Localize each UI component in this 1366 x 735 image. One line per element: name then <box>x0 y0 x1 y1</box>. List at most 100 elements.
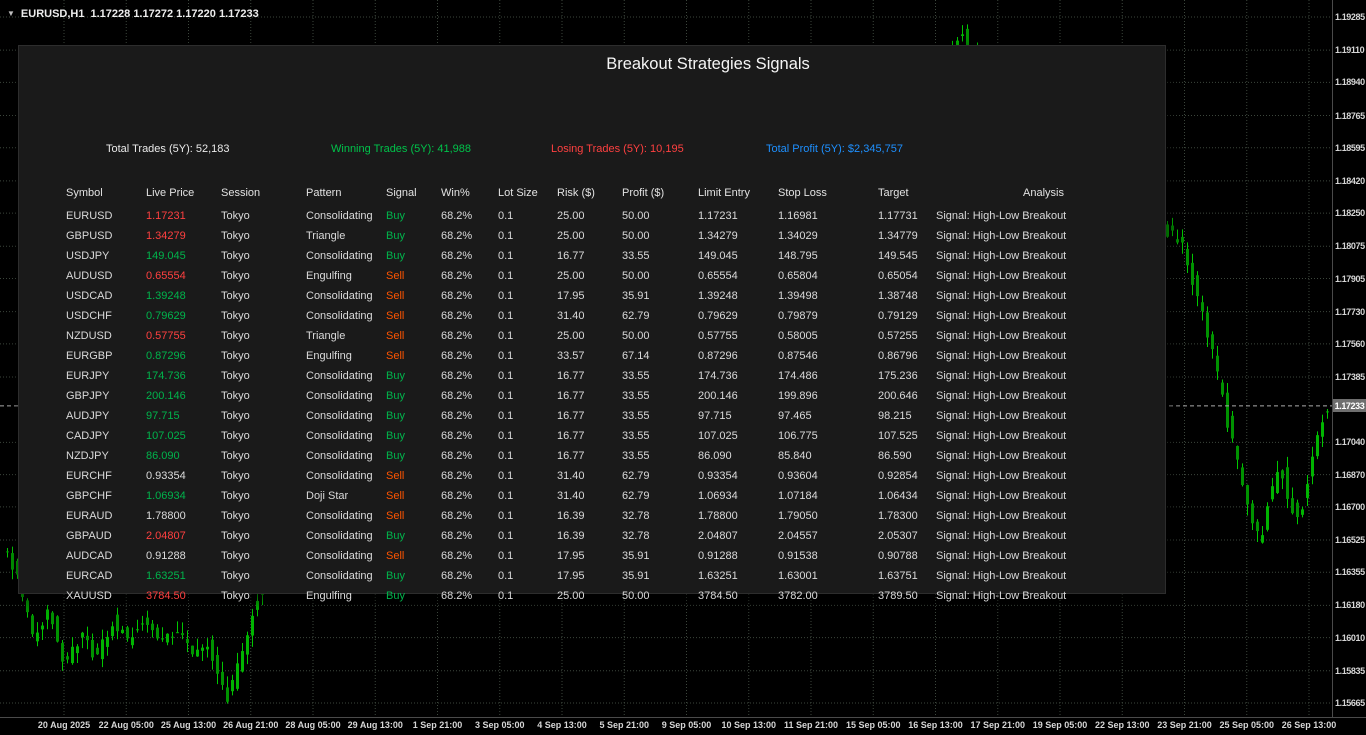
cell-limit: 1.17231 <box>698 210 738 222</box>
time-axis-label: 9 Sep 05:00 <box>661 720 712 730</box>
cell-risk: 33.57 <box>557 350 585 362</box>
cell-pattern: Triangle <box>306 330 346 342</box>
cell-lot: 0.1 <box>498 350 514 362</box>
stat-3: Total Profit (5Y): $2,345,757 <box>766 143 903 155</box>
cell-pattern: Consolidating <box>306 430 373 442</box>
cell-stop: 199.896 <box>778 390 818 402</box>
cell-signal: Sell <box>386 290 405 302</box>
cell-signal: Sell <box>386 330 405 342</box>
table-header: Symbol Live Price Session Pattern Signal Win%… <box>19 184 1165 202</box>
price-axis-label: 1.17385 <box>1335 372 1365 383</box>
cell-session: Tokyo <box>221 490 250 502</box>
cell-lot: 0.1 <box>498 530 514 542</box>
cell-limit: 97.715 <box>698 410 732 422</box>
column-header-stop: Stop Loss <box>778 187 827 199</box>
cell-win: 68.2% <box>441 430 473 442</box>
cell-lot: 0.1 <box>498 490 514 502</box>
current-price-box: 1.17233 <box>1333 399 1366 413</box>
cell-analysis: Signal: High-Low Breakout <box>936 550 1067 562</box>
cell-signal: Sell <box>386 550 405 562</box>
cell-analysis: Signal: High-Low Breakout <box>936 410 1067 422</box>
price-axis-label: 1.16870 <box>1335 469 1365 480</box>
cell-risk: 16.77 <box>557 250 585 262</box>
column-header-session: Session <box>221 187 261 199</box>
cell-symbol: GBPJPY <box>66 390 110 402</box>
cell-lot: 0.1 <box>498 550 514 562</box>
time-axis-label: 3 Sep 05:00 <box>474 720 525 730</box>
cell-price: 1.63251 <box>146 570 186 582</box>
cell-win: 68.2% <box>441 570 473 582</box>
cell-stop: 1.34029 <box>778 230 818 242</box>
cell-limit: 1.63251 <box>698 570 738 582</box>
cell-risk: 16.77 <box>557 370 585 382</box>
cell-stop: 2.04557 <box>778 530 818 542</box>
cell-win: 68.2% <box>441 250 473 262</box>
cell-stop: 1.63001 <box>778 570 818 582</box>
cell-profit: 33.55 <box>622 430 650 442</box>
cell-analysis: Signal: High-Low Breakout <box>936 510 1067 522</box>
cell-price: 1.78800 <box>146 510 186 522</box>
table-row: XAUUSD 3784.50 Tokyo Engulfing Buy 68.2% 0.1 25… <box>19 586 1165 606</box>
time-axis-label: 28 Aug 05:00 <box>285 720 341 730</box>
cell-target: 0.92854 <box>878 470 918 482</box>
cell-pattern: Consolidating <box>306 310 373 322</box>
column-header-lot: Lot Size <box>498 187 538 199</box>
cell-signal: Sell <box>386 470 405 482</box>
cell-stop: 0.91538 <box>778 550 818 562</box>
cell-stop: 0.79879 <box>778 310 818 322</box>
cell-profit: 33.55 <box>622 370 650 382</box>
price-axis-label: 1.18420 <box>1335 175 1365 186</box>
cell-risk: 31.40 <box>557 310 585 322</box>
table-row: EURAUD 1.78800 Tokyo Consolidating Sell 68.2%… <box>19 506 1165 526</box>
cell-target: 175.236 <box>878 370 918 382</box>
price-axis-label: 1.16700 <box>1335 501 1365 512</box>
cell-analysis: Signal: High-Low Breakout <box>936 590 1067 602</box>
cell-target: 3789.50 <box>878 590 918 602</box>
price-axis-label: 1.15665 <box>1335 698 1365 708</box>
table-row: EURGBP 0.87296 Tokyo Engulfing Sell 68.2% 0.1 3… <box>19 346 1165 366</box>
cell-price: 200.146 <box>146 390 186 402</box>
cell-stop: 1.39498 <box>778 290 818 302</box>
cell-target: 0.90788 <box>878 550 918 562</box>
chart-ohlc-label: ▼ EURUSD,H1 1.17228 1.17272 1.17220 1.17… <box>7 8 259 20</box>
time-axis-label: 17 Sep 21:00 <box>970 720 1026 730</box>
cell-win: 68.2% <box>441 350 473 362</box>
cell-limit: 3784.50 <box>698 590 738 602</box>
cell-stop: 97.465 <box>778 410 812 422</box>
cell-stop: 0.65804 <box>778 270 818 282</box>
time-axis-label: 19 Sep 05:00 <box>1032 720 1088 730</box>
price-axis[interactable]: 1.19285 1.19110 1.18940 1.18765 1.18595 1.184… <box>1333 0 1366 717</box>
time-axis[interactable]: 20 Aug 2025 22 Aug 05:00 25 Aug 13:00 26 Au… <box>0 720 1366 735</box>
price-axis-label: 1.17905 <box>1335 273 1365 284</box>
symbol-dropdown-icon[interactable]: ▼ <box>7 10 15 18</box>
cell-symbol: AUDJPY <box>66 410 110 422</box>
cell-session: Tokyo <box>221 530 250 542</box>
cell-pattern: Triangle <box>306 230 346 242</box>
chart-ohlc-values: 1.17228 1.17272 1.17220 1.17233 <box>90 8 259 20</box>
cell-session: Tokyo <box>221 230 250 242</box>
cell-target: 86.590 <box>878 450 912 462</box>
cell-limit: 1.78800 <box>698 510 738 522</box>
cell-price: 3784.50 <box>146 590 186 602</box>
table-row: EURCHF 0.93354 Tokyo Consolidating Sell 68.2%… <box>19 466 1165 486</box>
panel-title: Breakout Strategies Signals <box>606 55 810 73</box>
cell-stop: 0.87546 <box>778 350 818 362</box>
cell-signal: Buy <box>386 230 405 242</box>
cell-analysis: Signal: High-Low Breakout <box>936 390 1067 402</box>
cell-limit: 0.57755 <box>698 330 738 342</box>
cell-analysis: Signal: High-Low Breakout <box>936 470 1067 482</box>
cell-target: 2.05307 <box>878 530 918 542</box>
cell-limit: 0.79629 <box>698 310 738 322</box>
cell-limit: 149.045 <box>698 250 738 262</box>
cell-symbol: EURGBP <box>66 350 113 362</box>
cell-lot: 0.1 <box>498 290 514 302</box>
cell-symbol: EURCAD <box>66 570 113 582</box>
cell-risk: 17.95 <box>557 290 585 302</box>
table-row: GBPJPY 200.146 Tokyo Consolidating Buy 68.2% 0… <box>19 386 1165 406</box>
cell-symbol: GBPCHF <box>66 490 112 502</box>
cell-price: 107.025 <box>146 430 186 442</box>
cell-limit: 1.34279 <box>698 230 738 242</box>
cell-session: Tokyo <box>221 270 250 282</box>
table-row: AUDCAD 0.91288 Tokyo Consolidating Sell 68.2%… <box>19 546 1165 566</box>
cell-limit: 2.04807 <box>698 530 738 542</box>
